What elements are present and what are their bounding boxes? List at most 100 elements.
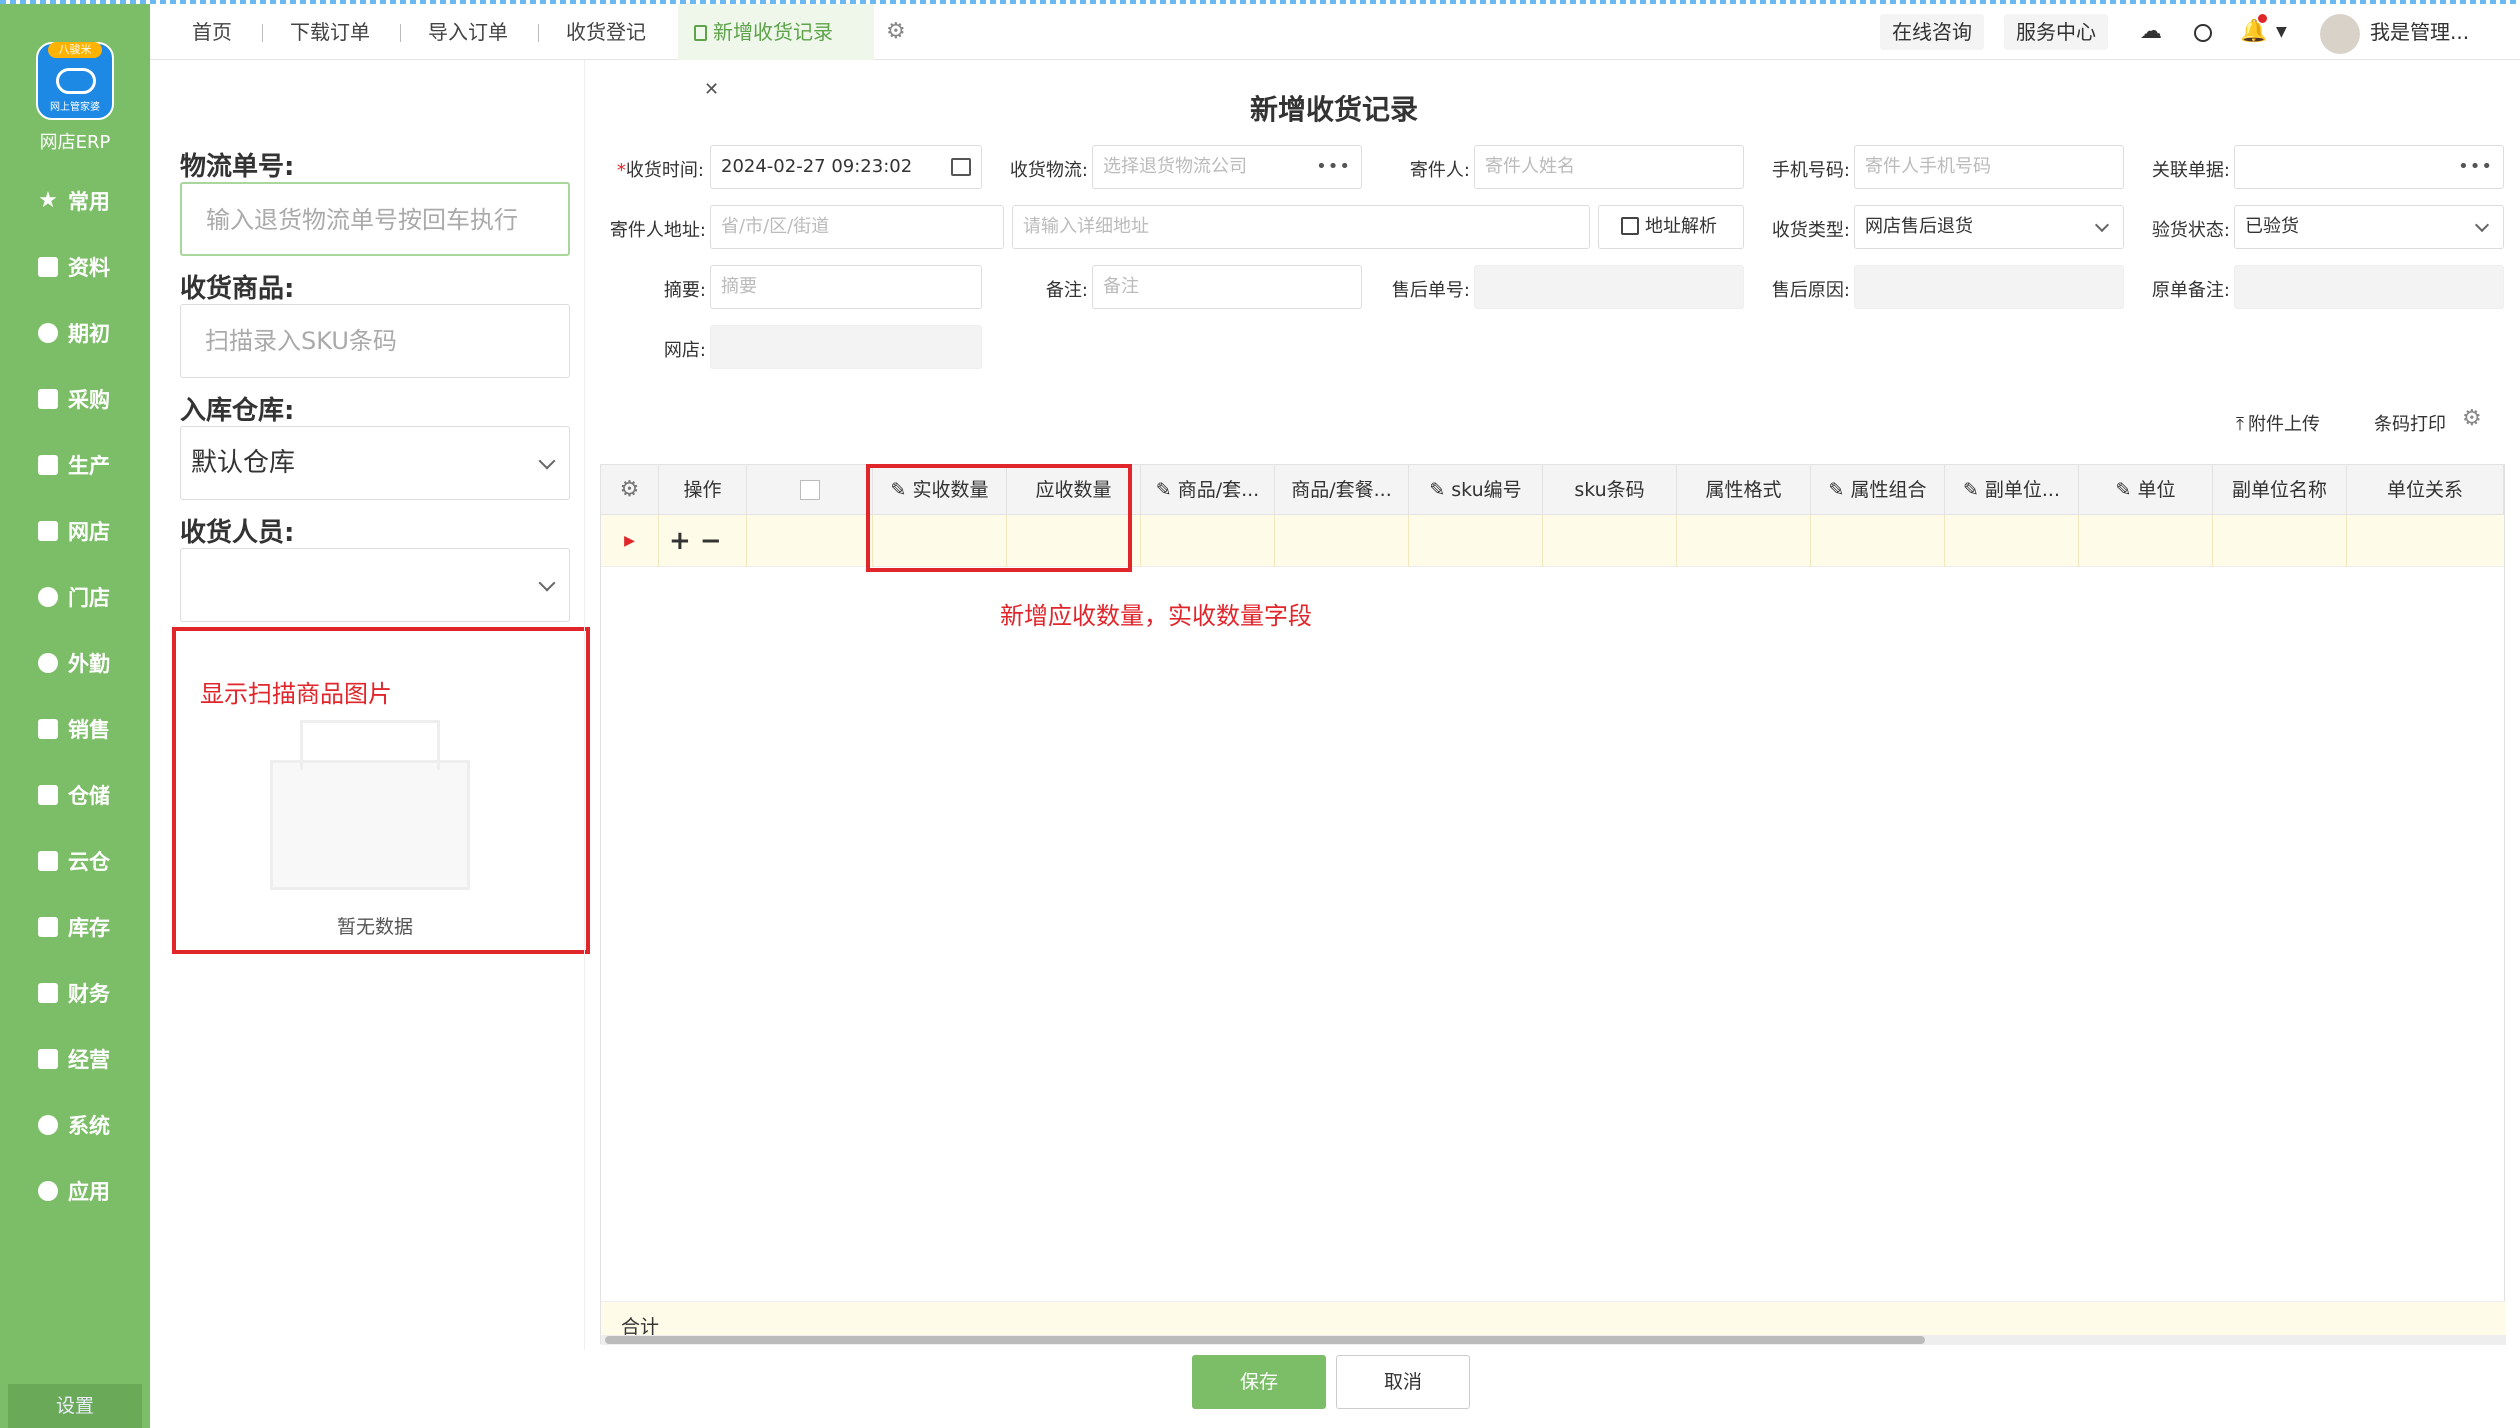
- receive-type-select[interactable]: 网店售后退货: [1854, 205, 2124, 249]
- logistics-number-input[interactable]: 输入退货物流单号按回车执行: [180, 182, 570, 256]
- more-icon[interactable]: •••: [2458, 146, 2493, 188]
- table-cell[interactable]: [1677, 515, 1811, 567]
- calendar-icon[interactable]: [951, 158, 971, 176]
- sidebar-item-common[interactable]: ★ 常用: [0, 176, 150, 226]
- logo-badge: 八骏米: [48, 42, 102, 58]
- sku-scan-input[interactable]: 扫描录入SKU条码: [180, 304, 570, 378]
- cloud-download-icon[interactable]: ☁: [2140, 4, 2162, 60]
- table-cell[interactable]: [2079, 515, 2213, 567]
- table-cell[interactable]: [2347, 515, 2504, 567]
- sidebar-item-apps[interactable]: 应用: [0, 1166, 150, 1216]
- sidebar-item-physical-store[interactable]: 门店: [0, 572, 150, 622]
- tab-new-receipt[interactable]: 新增收货记录✕: [678, 4, 874, 100]
- summary-input[interactable]: 摘要: [710, 265, 982, 309]
- col-header-product-combo-name[interactable]: 商品/套餐...: [1275, 465, 1409, 515]
- col-header-unit[interactable]: ✎ 单位: [2079, 465, 2213, 515]
- tab-download-orders[interactable]: 下载订单: [290, 4, 370, 60]
- sidebar-item-business[interactable]: 经营: [0, 1034, 150, 1084]
- plus-app-icon: [38, 1181, 58, 1201]
- sidebar-item-initial[interactable]: 期初: [0, 308, 150, 358]
- edit-icon: ✎: [1429, 479, 1446, 501]
- document-icon: [38, 455, 58, 475]
- chevron-down-icon: [538, 452, 556, 470]
- col-header-attr-format[interactable]: 属性格式: [1677, 465, 1811, 515]
- table-cell[interactable]: [1409, 515, 1543, 567]
- table-cell[interactable]: [1275, 515, 1409, 567]
- goods-label: 收货商品:: [180, 274, 295, 304]
- table-cell[interactable]: [1811, 515, 1945, 567]
- column-settings-icon[interactable]: ⚙: [601, 465, 659, 515]
- attachment-upload-button[interactable]: ⤒ 附件上传: [2236, 410, 2320, 436]
- app-logo[interactable]: 八骏米 网上管家婆: [36, 42, 114, 120]
- edit-icon: ✎: [2115, 479, 2132, 501]
- save-button[interactable]: 保存: [1192, 1355, 1326, 1409]
- horizontal-scrollbar[interactable]: [601, 1335, 2506, 1345]
- sidebar-item-sales[interactable]: 销售: [0, 704, 150, 754]
- address-parse-button[interactable]: 地址解析: [1598, 205, 1744, 249]
- sender-name-input[interactable]: 寄件人姓名: [1474, 145, 1744, 189]
- sidebar-item-field[interactable]: 外勤: [0, 638, 150, 688]
- sidebar-item-data[interactable]: 资料: [0, 242, 150, 292]
- tab-receipt-register[interactable]: 收货登记: [566, 4, 646, 60]
- remark-input[interactable]: 备注: [1092, 265, 1362, 309]
- col-header-product-combo[interactable]: ✎ 商品/套...: [1141, 465, 1275, 515]
- user-menu[interactable]: 我是管理...: [2320, 4, 2469, 60]
- select-all-checkbox[interactable]: [799, 480, 820, 500]
- col-header-sub-unit-name[interactable]: 副单位名称: [2213, 465, 2347, 515]
- logistics-label: 物流单号:: [180, 152, 295, 182]
- scrollbar-thumb[interactable]: [605, 1336, 1925, 1344]
- search-icon[interactable]: [2194, 4, 2212, 60]
- tab-separator: [538, 24, 539, 42]
- table-cell[interactable]: [2213, 515, 2347, 567]
- sidebar: 八骏米 网上管家婆 网店ERP ★ 常用 资料 期初 采购 生产 网店 门店 外勤…: [0, 4, 150, 1428]
- pie-chart-icon: [38, 587, 58, 607]
- tab-settings-icon[interactable]: ⚙: [886, 4, 906, 60]
- sidebar-item-inventory[interactable]: 库存: [0, 902, 150, 952]
- sidebar-item-purchase[interactable]: 采购: [0, 374, 150, 424]
- phone-label: 手机号码:: [1771, 160, 1850, 181]
- cancel-button[interactable]: 取消: [1336, 1355, 1470, 1409]
- barcode-print-button[interactable]: 条码打印: [2374, 410, 2446, 436]
- staff-select[interactable]: [180, 548, 570, 622]
- tab-bar: 首页 下载订单 导入订单 收货登记 新增收货记录✕ ⚙ 在线咨询 服务中心 ☁ …: [150, 4, 2520, 100]
- sidebar-item-system[interactable]: 系统: [0, 1100, 150, 1150]
- sidebar-item-online-store[interactable]: 网店: [0, 506, 150, 556]
- service-center-button[interactable]: 服务中心: [2004, 14, 2108, 50]
- col-header-sub-unit[interactable]: ✎ 副单位...: [1945, 465, 2079, 515]
- sidebar-item-cloud-warehouse[interactable]: 云仓: [0, 836, 150, 886]
- add-row-icon[interactable]: +: [669, 526, 691, 556]
- receive-time-input[interactable]: 2024-02-27 09:23:02: [710, 145, 982, 189]
- related-doc-input[interactable]: •••: [2234, 145, 2504, 189]
- table-cell[interactable]: [1141, 515, 1275, 567]
- warehouse-select[interactable]: 默认仓库: [180, 426, 570, 500]
- remove-row-icon[interactable]: −: [700, 526, 722, 556]
- remark-label: 备注:: [1045, 280, 1088, 301]
- address-detail-input[interactable]: 请输入详细地址: [1012, 205, 1590, 249]
- sidebar-item-storage[interactable]: 仓储: [0, 770, 150, 820]
- bell-icon[interactable]: 🔔: [2240, 4, 2267, 60]
- online-consult-button[interactable]: 在线咨询: [1880, 14, 1984, 50]
- annotation-text-image: 显示扫描商品图片: [200, 680, 392, 708]
- chevron-down-icon[interactable]: ▼: [2276, 4, 2287, 60]
- receive-type-label: 收货类型:: [1771, 220, 1850, 241]
- aftersale-no-input: [1474, 265, 1744, 309]
- col-header-sku-barcode[interactable]: sku条码: [1543, 465, 1677, 515]
- upload-icon: ⤒: [2236, 414, 2244, 435]
- table-cell[interactable]: [1543, 515, 1677, 567]
- row-add-remove: + −: [659, 515, 747, 567]
- table-cell[interactable]: [1945, 515, 2079, 567]
- sidebar-item-production[interactable]: 生产: [0, 440, 150, 490]
- sidebar-item-finance[interactable]: 财务: [0, 968, 150, 1018]
- tab-home[interactable]: 首页: [192, 4, 232, 60]
- settings-button[interactable]: 设置: [8, 1384, 142, 1428]
- region-input[interactable]: 省/市/区/街道: [710, 205, 1004, 249]
- toolbar-gear-icon[interactable]: ⚙: [2462, 406, 2482, 431]
- more-icon[interactable]: •••: [1316, 146, 1351, 188]
- phone-input[interactable]: 寄件人手机号码: [1854, 145, 2124, 189]
- tab-import-orders[interactable]: 导入订单: [428, 4, 508, 60]
- logistics-company-input[interactable]: 选择退货物流公司 •••: [1092, 145, 1362, 189]
- col-header-attr-combo[interactable]: ✎ 属性组合: [1811, 465, 1945, 515]
- inspect-status-select[interactable]: 已验货: [2234, 205, 2504, 249]
- col-header-sku-no[interactable]: ✎ sku编号: [1409, 465, 1543, 515]
- col-header-unit-relation[interactable]: 单位关系: [2347, 465, 2504, 515]
